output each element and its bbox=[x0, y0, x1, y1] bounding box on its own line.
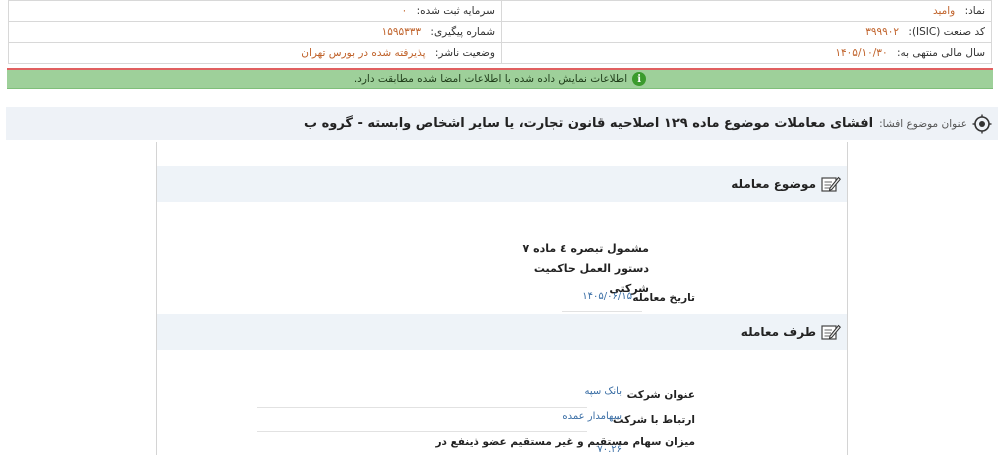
section-title-subject: موضوع معامله bbox=[731, 177, 816, 191]
isic-cell: کد صنعت (ISIC): ۳۹۹۹۰۲ bbox=[501, 21, 992, 43]
capital-value: ۰ bbox=[401, 5, 408, 17]
target-icon bbox=[971, 113, 993, 135]
capital-label: سرمایه ثبت شده: bbox=[416, 5, 495, 17]
date-value: ۱۴۰۵/۰۶/۱۵ bbox=[582, 291, 632, 302]
symbol-label: نماد: bbox=[964, 5, 985, 17]
tracking-value: ۱۵۹۵۳۳۳ bbox=[381, 26, 422, 38]
symbol-value[interactable]: وامید bbox=[933, 5, 955, 17]
shares-row: میزان سهام مستقیم و غیر مستقیم عضو ذینفع… bbox=[435, 436, 695, 448]
isic-label: کد صنعت (ISIC): bbox=[908, 26, 985, 38]
date-label: تاریخ معامله bbox=[632, 292, 695, 304]
relation-value: سهامدار عمده bbox=[562, 411, 622, 422]
content-panel: موضوع معامله مشمول تبصره ٤ ماده ۷ دستور … bbox=[156, 142, 848, 455]
fiscal-cell: سال مالی منتهی به: ۱۴۰۵/۱۰/۳۰ bbox=[501, 42, 992, 64]
date-value-wrap: ۱۴۰۵/۰۶/۱۵ bbox=[582, 291, 632, 302]
subject-text: مشمول تبصره ٤ ماده ۷ دستور العمل حاکمیت … bbox=[522, 242, 649, 295]
date-underline bbox=[562, 311, 642, 312]
relation-row: ارتباط با شرکت bbox=[613, 414, 695, 426]
company-value: بانک سپه bbox=[584, 386, 623, 397]
relation-label: ارتباط با شرکت bbox=[613, 414, 695, 426]
symbol-cell: نماد: وامید bbox=[501, 0, 992, 22]
section-title-party: طرف معامله bbox=[740, 325, 816, 339]
shares-value: ۷۰.۲۶ bbox=[597, 444, 622, 455]
fiscal-label: سال مالی منتهی به: bbox=[896, 47, 985, 59]
alert-text: اطلاعات نمایش داده شده با اطلاعات امضا ش… bbox=[353, 73, 628, 85]
status-value: پذیرفته شده در بورس تهران bbox=[301, 47, 426, 59]
fiscal-value: ۱۴۰۵/۱۰/۳۰ bbox=[835, 47, 888, 59]
disclosure-title-bar: عنوان موضوع افشا: افشای معاملات موضوع ما… bbox=[6, 107, 998, 140]
edit-note-icon bbox=[821, 175, 841, 193]
company-label: عنوان شرکت bbox=[626, 389, 695, 401]
title-prefix: عنوان موضوع افشا: bbox=[879, 117, 967, 130]
status-label: وضعیت ناشر: bbox=[434, 47, 495, 59]
tracking-label: شماره پیگیری: bbox=[430, 26, 495, 38]
isic-value: ۳۹۹۹۰۲ bbox=[865, 26, 900, 38]
relation-underline bbox=[257, 431, 587, 432]
company-row: عنوان شرکت bbox=[627, 389, 695, 401]
date-row: تاریخ معامله bbox=[632, 292, 695, 304]
shares-value-wrap: ۷۰.۲۶ bbox=[597, 444, 622, 455]
company-value-wrap: بانک سپه bbox=[585, 386, 623, 397]
relation-value-wrap: سهامدار عمده bbox=[562, 411, 622, 422]
info-icon: i bbox=[632, 72, 647, 86]
verification-alert: i اطلاعات نمایش داده شده با اطلاعات امضا… bbox=[7, 68, 993, 89]
edit-note-icon bbox=[821, 323, 841, 341]
capital-cell: سرمایه ثبت شده: ۰ bbox=[8, 0, 502, 22]
tracking-cell: شماره پیگیری: ۱۵۹۵۳۳۳ bbox=[8, 21, 502, 43]
company-info-table: نماد: وامید سرمایه ثبت شده: ۰ کد صنعت (I… bbox=[8, 0, 992, 64]
shares-label: میزان سهام مستقیم و غیر مستقیم عضو ذینفع… bbox=[435, 436, 695, 448]
section-header-party: طرف معامله bbox=[157, 314, 847, 350]
status-cell: وضعیت ناشر: پذیرفته شده در بورس تهران bbox=[8, 42, 502, 64]
page-title: افشای معاملات موضوع ماده ۱۲۹ اصلاحیه قان… bbox=[303, 116, 874, 131]
section-header-subject: موضوع معامله bbox=[157, 166, 847, 202]
company-underline bbox=[257, 407, 587, 408]
